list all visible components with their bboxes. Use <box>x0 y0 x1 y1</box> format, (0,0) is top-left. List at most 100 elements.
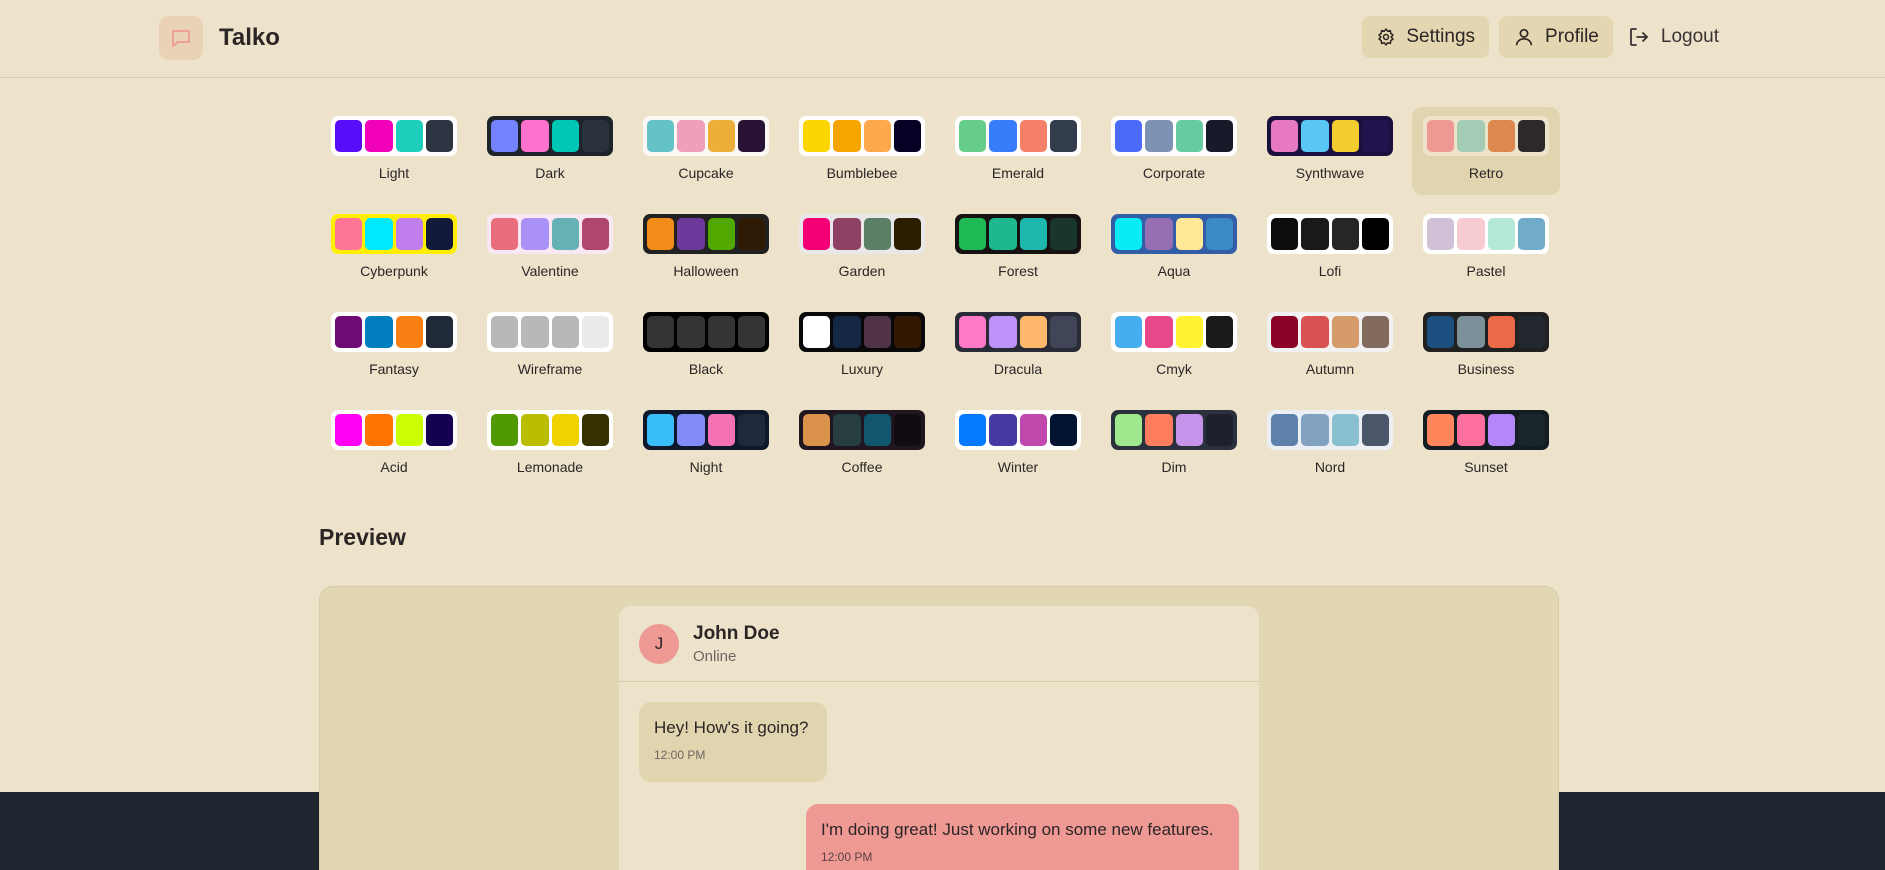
theme-label: Acid <box>380 459 408 475</box>
theme-label: Valentine <box>521 263 579 279</box>
color-chip <box>1049 414 1077 446</box>
theme-option-acid[interactable]: Acid <box>320 401 468 489</box>
theme-label: Cyberpunk <box>360 263 428 279</box>
theme-option-luxury[interactable]: Luxury <box>788 303 936 391</box>
theme-option-cmyk[interactable]: Cmyk <box>1100 303 1248 391</box>
color-chip <box>707 414 735 446</box>
color-chip <box>677 120 705 152</box>
theme-swatch <box>955 116 1081 156</box>
color-chip <box>581 120 609 152</box>
color-chip <box>1271 218 1299 250</box>
theme-swatch <box>1423 410 1549 450</box>
color-chip <box>1331 218 1359 250</box>
color-chip <box>707 218 735 250</box>
color-chip <box>737 218 765 250</box>
app-name: Talko <box>219 24 280 51</box>
color-chip <box>425 316 453 348</box>
gear-icon <box>1378 27 1395 47</box>
color-chip <box>1331 120 1359 152</box>
theme-option-retro[interactable]: Retro <box>1412 107 1560 195</box>
theme-swatch <box>1423 214 1549 254</box>
theme-swatch <box>331 116 457 156</box>
theme-option-lemonade[interactable]: Lemonade <box>476 401 624 489</box>
theme-option-corporate[interactable]: Corporate <box>1100 107 1248 195</box>
theme-option-nord[interactable]: Nord <box>1256 401 1404 489</box>
theme-option-forest[interactable]: Forest <box>944 205 1092 293</box>
color-chip <box>1175 316 1203 348</box>
message-time: 12:00 PM <box>821 850 873 864</box>
theme-option-dim[interactable]: Dim <box>1100 401 1248 489</box>
color-chip <box>1457 218 1485 250</box>
color-chip <box>1487 414 1515 446</box>
theme-option-garden[interactable]: Garden <box>788 205 936 293</box>
theme-option-lofi[interactable]: Lofi <box>1256 205 1404 293</box>
theme-option-sunset[interactable]: Sunset <box>1412 401 1560 489</box>
theme-label: Cmyk <box>1156 361 1192 377</box>
profile-button[interactable]: Profile <box>1499 16 1613 58</box>
theme-label: Cupcake <box>678 165 734 181</box>
theme-label: Lemonade <box>516 459 584 475</box>
color-chip <box>335 218 363 250</box>
theme-option-halloween[interactable]: Halloween <box>632 205 780 293</box>
color-chip <box>959 316 987 348</box>
theme-swatch <box>643 214 769 254</box>
color-chip <box>1205 218 1233 250</box>
color-chip <box>1175 218 1203 250</box>
settings-label: Settings <box>1406 26 1476 47</box>
user-icon <box>1515 28 1533 46</box>
brand[interactable]: Talko <box>159 16 280 60</box>
theme-option-dark[interactable]: Dark <box>476 107 624 195</box>
theme-option-valentine[interactable]: Valentine <box>476 205 624 293</box>
theme-option-synthwave[interactable]: Synthwave <box>1256 107 1404 195</box>
theme-option-wireframe[interactable]: Wireframe <box>476 303 624 391</box>
theme-option-bumblebee[interactable]: Bumblebee <box>788 107 936 195</box>
theme-swatch <box>487 312 613 352</box>
theme-swatch <box>799 312 925 352</box>
color-chip <box>893 120 921 152</box>
color-chip <box>395 414 423 446</box>
theme-grid: Light Dark Cupcake Bumblebee Emerald Corporat… <box>320 107 1560 489</box>
color-chip <box>647 414 675 446</box>
theme-option-night[interactable]: Night <box>632 401 780 489</box>
theme-option-fantasy[interactable]: Fantasy <box>320 303 468 391</box>
theme-option-winter[interactable]: Winter <box>944 401 1092 489</box>
settings-button[interactable]: Settings <box>1362 16 1490 58</box>
theme-option-aqua[interactable]: Aqua <box>1100 205 1248 293</box>
color-chip <box>1361 120 1389 152</box>
color-chip <box>581 218 609 250</box>
color-chip <box>1427 414 1455 446</box>
color-chip <box>647 120 675 152</box>
theme-option-autumn[interactable]: Autumn <box>1256 303 1404 391</box>
theme-option-light[interactable]: Light <box>320 107 468 195</box>
color-chip <box>1487 316 1515 348</box>
theme-option-business[interactable]: Business <box>1412 303 1560 391</box>
theme-option-pastel[interactable]: Pastel <box>1412 205 1560 293</box>
theme-option-coffee[interactable]: Coffee <box>788 401 936 489</box>
color-chip <box>1115 316 1143 348</box>
color-chip <box>365 120 393 152</box>
theme-option-cupcake[interactable]: Cupcake <box>632 107 780 195</box>
color-chip <box>1301 414 1329 446</box>
color-chip <box>647 218 675 250</box>
color-chip <box>1115 218 1143 250</box>
theme-option-black[interactable]: Black <box>632 303 780 391</box>
color-chip <box>1361 218 1389 250</box>
theme-label: Lofi <box>1318 263 1342 279</box>
color-chip <box>677 414 705 446</box>
theme-option-emerald[interactable]: Emerald <box>944 107 1092 195</box>
message-received: Hey! How's it going? 12:00 PM <box>639 702 827 782</box>
color-chip <box>677 316 705 348</box>
color-chip <box>491 120 519 152</box>
color-chip <box>707 316 735 348</box>
color-chip <box>1427 316 1455 348</box>
theme-label: Nord <box>1314 459 1346 475</box>
color-chip <box>365 316 393 348</box>
message-text: I'm doing great! Just working on some ne… <box>821 820 1214 839</box>
theme-option-dracula[interactable]: Dracula <box>944 303 1092 391</box>
theme-swatch <box>331 214 457 254</box>
theme-option-cyberpunk[interactable]: Cyberpunk <box>320 205 468 293</box>
logout-button[interactable]: Logout <box>1623 16 1723 58</box>
color-chip <box>1427 120 1455 152</box>
theme-label: Synthwave <box>1295 165 1365 181</box>
color-chip <box>1331 316 1359 348</box>
